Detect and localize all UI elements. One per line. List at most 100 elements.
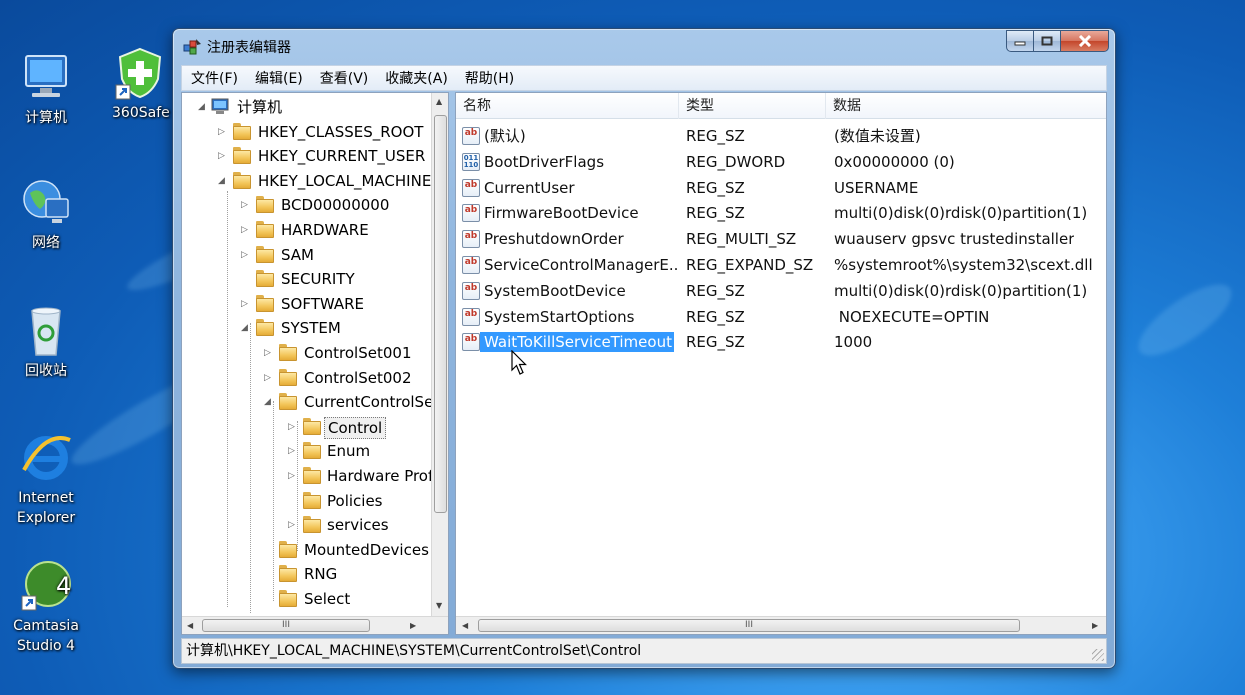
tree-item[interactable]: ▷ ControlSet001 xyxy=(182,341,431,365)
string-value-icon: ab xyxy=(462,333,480,352)
collapse-arrow-icon[interactable]: ◢ xyxy=(241,323,251,333)
maximize-button[interactable] xyxy=(1034,30,1061,52)
tree-item[interactable]: ▷ HKEY_CLASSES_ROOT xyxy=(182,120,431,144)
expand-arrow-icon[interactable]: ▷ xyxy=(241,200,251,210)
value-name: PreshutdownOrder xyxy=(484,230,624,249)
tree-item[interactable]: ▷ services xyxy=(182,513,431,537)
value-type: REG_SZ xyxy=(686,127,745,145)
folder-icon xyxy=(256,196,274,214)
expand-arrow-icon[interactable]: ▷ xyxy=(288,422,298,432)
value-type: REG_SZ xyxy=(686,333,745,352)
folder-icon xyxy=(303,516,321,534)
value-data: (数值未设置) xyxy=(834,127,921,145)
tree-item[interactable]: ▷ BCD00000000 xyxy=(182,193,431,217)
value-row[interactable]: ab (默认) REG_SZ (数值未设置) xyxy=(456,123,1106,149)
value-type: REG_SZ xyxy=(686,281,745,300)
menu-favorites[interactable]: 收藏夹(A) xyxy=(385,68,448,88)
minimize-button[interactable] xyxy=(1006,30,1034,52)
expand-arrow-icon[interactable]: ▷ xyxy=(241,250,251,260)
close-button[interactable] xyxy=(1061,30,1109,52)
value-row[interactable]: ab CurrentUser REG_SZ USERNAME xyxy=(456,175,1106,201)
value-row[interactable]: ab ServiceControlManagerE... REG_EXPAND_SZ… xyxy=(456,252,1106,278)
desktop-icon-recycle-bin[interactable]: 回收站 xyxy=(6,303,86,381)
tree-item[interactable]: Policies xyxy=(182,489,431,513)
tree-item-label: HKEY_LOCAL_MACHINE xyxy=(258,171,431,190)
tree-item[interactable]: ◢ CurrentControlSet xyxy=(182,390,431,414)
list-horizontal-scrollbar[interactable]: ◀ III ▶ xyxy=(456,616,1106,634)
tree-item[interactable]: ▷ SAM xyxy=(182,243,431,267)
value-row[interactable]: ab SystemStartOptions REG_SZ NOEXECUTE=OPT… xyxy=(456,304,1106,330)
column-header-type[interactable]: 类型 xyxy=(679,93,826,119)
expand-arrow-icon[interactable]: ▷ xyxy=(241,299,251,309)
scroll-left-icon[interactable]: ◀ xyxy=(187,621,193,630)
string-value-icon: ab xyxy=(462,204,480,223)
scroll-left-icon[interactable]: ◀ xyxy=(462,621,468,630)
tree-horizontal-scroll-thumb[interactable]: III xyxy=(202,619,370,632)
tree-vertical-scroll-thumb[interactable] xyxy=(434,115,447,513)
scroll-up-icon[interactable]: ▲ xyxy=(436,97,442,106)
expand-arrow-icon[interactable]: ▷ xyxy=(264,373,274,383)
expand-arrow-icon[interactable]: ▷ xyxy=(288,471,298,481)
tree-item[interactable]: ▷ Hardware Profiles xyxy=(182,464,431,488)
scroll-right-icon[interactable]: ▶ xyxy=(410,621,416,630)
tree-item[interactable]: ▷ Control xyxy=(182,415,431,439)
resize-grip-icon[interactable] xyxy=(1092,649,1104,661)
value-row[interactable]: ab WaitToKillServiceTimeout REG_SZ 1000 xyxy=(456,329,1106,355)
tree-item-label: ControlSet002 xyxy=(304,368,412,387)
expand-arrow-icon[interactable]: ▷ xyxy=(218,127,228,137)
tree-item[interactable]: ▷ SOFTWARE xyxy=(182,292,431,316)
value-row[interactable]: ab PreshutdownOrder REG_MULTI_SZ wuauserv g… xyxy=(456,226,1106,252)
column-header-name[interactable]: 名称 xyxy=(456,93,679,119)
title-bar[interactable]: 注册表编辑器 xyxy=(173,29,1115,63)
desktop-icon-360safe[interactable]: 360Safe xyxy=(100,45,180,123)
menu-view[interactable]: 查看(V) xyxy=(320,68,369,88)
regedit-icon xyxy=(182,37,202,57)
tree-item-label: SAM xyxy=(281,245,315,264)
menu-file[interactable]: 文件(F) xyxy=(191,68,238,88)
tree-item-label: SECURITY xyxy=(281,270,355,289)
value-type: REG_MULTI_SZ xyxy=(686,230,797,249)
value-name: CurrentUser xyxy=(484,178,575,197)
key-tree-pane[interactable]: ◢ 计算机 ▷ HKEY_CLASSES_ROOT ▷ HKEY_CURRENT_USE… xyxy=(181,92,449,635)
value-row[interactable]: 011 110 BootDriverFlags REG_DWORD 0x00000000… xyxy=(456,149,1106,175)
collapse-arrow-icon[interactable]: ◢ xyxy=(218,176,228,186)
tree-item[interactable]: ◢ 计算机 xyxy=(182,95,431,119)
value-row[interactable]: ab FirmwareBootDevice REG_SZ multi(0)disk(0… xyxy=(456,200,1106,226)
tree-item[interactable]: ◢ SYSTEM xyxy=(182,316,431,340)
menu-edit[interactable]: 编辑(E) xyxy=(255,68,303,88)
tree-item[interactable]: ▷ ControlSet002 xyxy=(182,366,431,390)
value-list-pane[interactable]: 名称 类型 数据 ab (默认) REG_SZ (数值未设置) 011 110 BootDr… xyxy=(455,92,1107,635)
desktop-icon-computer[interactable]: 计算机 xyxy=(6,50,86,128)
desktop-icon-camtasia[interactable]: 4 Camtasia Studio 4 xyxy=(6,558,86,656)
expand-arrow-icon[interactable]: ▷ xyxy=(288,520,298,530)
expand-arrow-icon[interactable]: ▷ xyxy=(288,446,298,456)
menu-help[interactable]: 帮助(H) xyxy=(465,68,514,88)
desktop-icon-internet-explorer[interactable]: Internet Explorer xyxy=(6,430,86,528)
tree-item[interactable]: Select xyxy=(182,587,431,611)
expand-arrow-icon[interactable]: ▷ xyxy=(218,151,228,161)
minimize-icon xyxy=(1014,41,1026,46)
expand-arrow-icon[interactable]: ▷ xyxy=(241,225,251,235)
tree-item[interactable]: ▷ Enum xyxy=(182,439,431,463)
tree-item[interactable]: ▷ HKEY_CURRENT_USER xyxy=(182,144,431,168)
value-row[interactable]: ab SystemBootDevice REG_SZ multi(0)disk(0)r… xyxy=(456,278,1106,304)
tree-item[interactable]: RNG xyxy=(182,562,431,586)
column-header-data[interactable]: 数据 xyxy=(826,93,1106,119)
tree-item[interactable]: SECURITY xyxy=(182,267,431,291)
scroll-right-icon[interactable]: ▶ xyxy=(1092,621,1098,630)
scroll-down-icon[interactable]: ▼ xyxy=(436,601,442,610)
list-horizontal-scroll-thumb[interactable]: III xyxy=(478,619,1020,632)
desktop-icon-network[interactable]: 网络 xyxy=(6,175,86,253)
tree-item[interactable]: ◢ HKEY_LOCAL_MACHINE xyxy=(182,169,431,193)
tree-vertical-scrollbar[interactable]: ▲ ▼ xyxy=(431,93,448,617)
expand-arrow-icon[interactable]: ▷ xyxy=(264,348,274,358)
registry-editor-window[interactable]: 注册表编辑器 文件(F) 编辑(E) 查看(V) 收藏夹(A) 帮助(H) ◢ xyxy=(172,28,1116,669)
tree-item-label: Select xyxy=(304,590,351,608)
tree-item[interactable]: MountedDevices xyxy=(182,538,431,562)
tree-item[interactable]: ▷ HARDWARE xyxy=(182,218,431,242)
camtasia-icon: 4 xyxy=(18,558,74,614)
collapse-arrow-icon[interactable]: ◢ xyxy=(264,397,274,407)
360safe-icon xyxy=(112,45,168,101)
tree-horizontal-scrollbar[interactable]: ◀ III ▶ xyxy=(182,616,448,634)
collapse-arrow-icon[interactable]: ◢ xyxy=(198,102,208,112)
